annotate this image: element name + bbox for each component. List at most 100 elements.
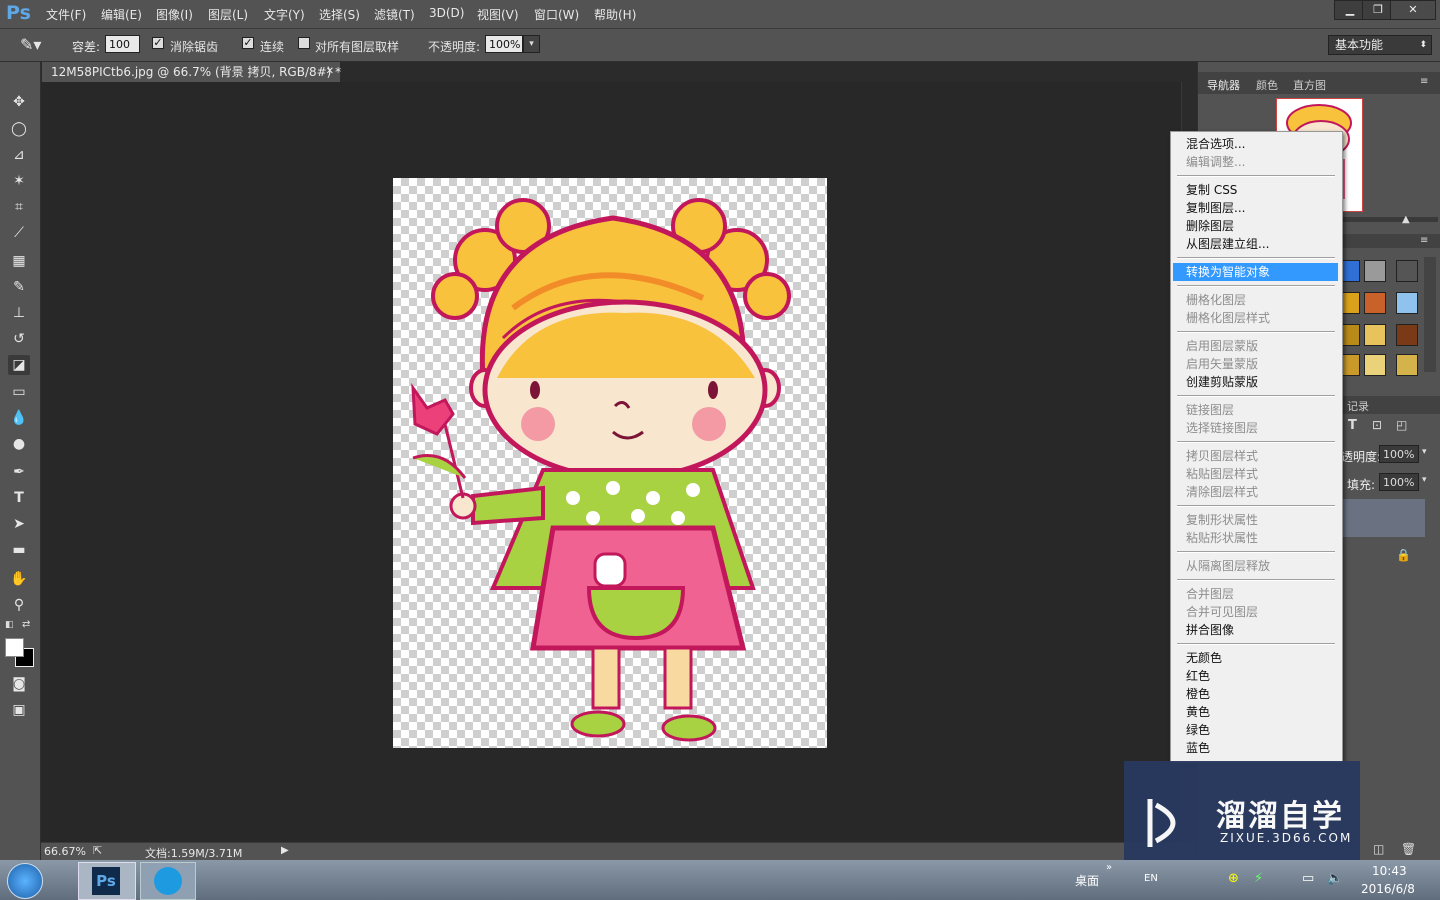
context-menu-item[interactable]: 无颜色	[1173, 649, 1338, 667]
start-button[interactable]	[7, 863, 43, 899]
tab-histogram[interactable]: 直方图	[1293, 77, 1326, 93]
menu-help[interactable]: 帮助(H)	[594, 6, 636, 23]
clock-date[interactable]: 2016/6/8	[1361, 882, 1415, 896]
context-menu-item[interactable]: 红色	[1173, 667, 1338, 685]
screen-mode-icon[interactable]: ▣	[8, 700, 30, 720]
menu-window[interactable]: 窗口(W)	[534, 6, 579, 23]
crop-icon[interactable]: ⌗	[8, 197, 30, 217]
move-icon[interactable]: ✥	[8, 92, 30, 112]
history-brush-icon[interactable]: ↺	[8, 329, 30, 349]
shape-filter-icon[interactable]: ⊡	[1372, 418, 1382, 432]
polygon-lasso-icon[interactable]: ⊿	[8, 145, 30, 165]
contiguous-checkbox[interactable]: ✓	[242, 37, 254, 49]
history-label[interactable]: 记录	[1347, 398, 1369, 414]
context-menu-item[interactable]: 复制 CSS	[1173, 181, 1338, 199]
context-menu-item[interactable]: 从图层建立组...	[1173, 235, 1338, 253]
zoom-in-icon[interactable]: ▲	[1402, 214, 1410, 225]
brush-icon[interactable]: ✎	[8, 277, 30, 297]
menu-filter[interactable]: 滤镜(T)	[374, 6, 415, 23]
sample-all-layers-checkbox[interactable]	[298, 37, 310, 49]
network-icon[interactable]: ▭	[1302, 871, 1314, 886]
context-menu-item[interactable]: 蓝色	[1173, 739, 1338, 757]
new-layer-icon[interactable]: ◫	[1373, 842, 1384, 856]
context-menu-item[interactable]: 复制图层...	[1173, 199, 1338, 217]
context-menu-item[interactable]: 混合选项...	[1173, 135, 1338, 153]
ellipse-marquee-icon[interactable]: ◯	[8, 119, 30, 139]
style-swatch[interactable]	[1396, 324, 1418, 346]
status-menu-arrow-icon[interactable]: ▶	[281, 845, 289, 856]
context-menu-item[interactable]: 转换为智能对象	[1173, 263, 1338, 281]
context-menu-item[interactable]: 橙色	[1173, 685, 1338, 703]
blur-icon[interactable]: 💧	[8, 408, 30, 428]
quick-mask-icon[interactable]: ◙	[8, 674, 30, 694]
tab-navigator[interactable]: 导航器	[1207, 77, 1240, 93]
tab-color[interactable]: 颜色	[1256, 77, 1278, 93]
menu-layer[interactable]: 图层(L)	[208, 6, 248, 23]
dodge-icon[interactable]: ●	[8, 434, 30, 454]
menu-3d[interactable]: 3D(D)	[429, 6, 464, 20]
panel-menu-icon[interactable]: ≡	[1420, 76, 1428, 87]
navigator-zoom-slider[interactable]	[1338, 217, 1438, 222]
selected-layer-row[interactable]	[1341, 499, 1425, 537]
taskbar-photoshop[interactable]: Ps	[78, 862, 136, 900]
tray-icon[interactable]: ⊕	[1228, 871, 1239, 886]
menu-view[interactable]: 视图(V)	[477, 6, 519, 23]
styles-panel-menu-icon[interactable]: ≡	[1420, 235, 1428, 246]
type-filter-icon[interactable]: T	[1348, 418, 1357, 433]
style-swatch[interactable]	[1364, 260, 1386, 282]
context-menu-item[interactable]: 绿色	[1173, 721, 1338, 739]
menu-edit[interactable]: 编辑(E)	[101, 6, 142, 23]
context-menu-item[interactable]: 拼合图像	[1173, 621, 1338, 639]
context-menu-item[interactable]: 创建剪贴蒙版	[1173, 373, 1338, 391]
context-menu-item[interactable]: 黄色	[1173, 703, 1338, 721]
style-swatch[interactable]	[1396, 292, 1418, 314]
document-canvas[interactable]	[393, 178, 827, 748]
eyedropper-icon[interactable]: ⟋	[8, 223, 30, 243]
rectangle-icon[interactable]: ▬	[8, 540, 30, 560]
pen-icon[interactable]: ✒	[8, 462, 30, 482]
menu-select[interactable]: 选择(S)	[319, 6, 360, 23]
menu-image[interactable]: 图像(I)	[156, 6, 193, 23]
fill-input[interactable]: 100%	[1379, 473, 1419, 491]
clone-stamp-icon[interactable]: ⊥	[8, 303, 30, 323]
clock-time[interactable]: 10:43	[1372, 864, 1407, 878]
delete-layer-icon[interactable]: 🗑	[1401, 842, 1416, 856]
antialias-checkbox[interactable]: ✓	[152, 37, 164, 49]
desktop-toolbar-label[interactable]: 桌面	[1075, 872, 1099, 889]
styles-scrollbar[interactable]	[1424, 257, 1436, 372]
close-tab-icon[interactable]: ✕	[326, 62, 334, 82]
style-swatch[interactable]	[1364, 354, 1386, 376]
healing-brush-icon[interactable]: ▦	[8, 251, 30, 271]
path-select-icon[interactable]: ➤	[8, 514, 30, 534]
gradient-icon[interactable]: ▭	[8, 382, 30, 402]
layer-opacity-input[interactable]: 100%	[1379, 445, 1419, 463]
volume-icon[interactable]: 🔈	[1327, 871, 1343, 886]
style-swatch[interactable]	[1364, 324, 1386, 346]
menu-file[interactable]: 文件(F)	[46, 6, 86, 23]
type-icon[interactable]: T	[8, 488, 30, 508]
foreground-color-swatch[interactable]	[5, 638, 24, 657]
zoom-icon[interactable]: ⚲	[8, 595, 30, 615]
fill-dropdown-icon[interactable]: ▾	[1422, 475, 1427, 485]
taskbar-browser[interactable]	[140, 862, 196, 900]
toolbar-expand-icon[interactable]: »	[1106, 862, 1112, 873]
opacity-dropdown-icon[interactable]: ▾	[523, 35, 540, 53]
style-swatch[interactable]	[1364, 292, 1386, 314]
close-icon[interactable]: ✕	[1390, 0, 1436, 20]
export-icon[interactable]: ⇱	[93, 844, 102, 857]
style-swatch[interactable]	[1396, 260, 1418, 282]
magic-wand-icon[interactable]: ✶	[8, 171, 30, 191]
context-menu-item[interactable]: 删除图层	[1173, 217, 1338, 235]
menu-type[interactable]: 文字(Y)	[264, 6, 305, 23]
tolerance-input[interactable]: 100	[105, 35, 140, 53]
tray-icon[interactable]: ⚡	[1254, 871, 1263, 886]
swap-colors-icon[interactable]: ⇄	[22, 619, 30, 630]
eraser-icon[interactable]: ◪	[8, 355, 30, 375]
zoom-level[interactable]: 66.67%	[44, 845, 86, 858]
background-eraser-tool-preset-icon[interactable]: ✎▾	[20, 35, 41, 54]
document-tab[interactable]: 12M58PICtb6.jpg @ 66.7% (背景 拷贝, RGB/8#) …	[42, 62, 341, 82]
workspace-switcher[interactable]: 基本功能 ⬍	[1328, 35, 1432, 55]
hand-icon[interactable]: ✋	[8, 569, 30, 589]
style-swatch[interactable]	[1396, 354, 1418, 376]
opacity-input[interactable]: 100%	[485, 35, 523, 53]
